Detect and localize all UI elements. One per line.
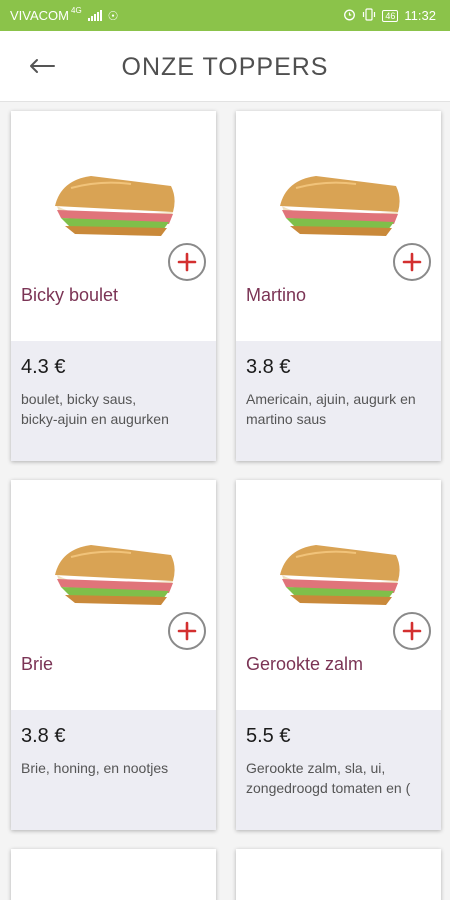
add-to-cart-button[interactable] [393,612,431,650]
add-to-cart-button[interactable] [168,612,206,650]
product-price: 3.8 € [21,725,66,747]
plus-icon [177,621,197,641]
status-left: VIVACOM 4G ☉ [10,6,119,23]
product-card-top: Brie [11,480,216,710]
product-description-line: boulet, bicky saus, [21,391,137,407]
carrier-name: VIVACOM [10,8,69,23]
product-info: 3.8 € Brie, honing, en nootjes [11,710,216,830]
product-description-line: martino saus [246,411,327,427]
product-description-line: Americain, ajuin, augurk en [246,391,416,407]
plus-icon [177,252,197,272]
signal-icon [87,10,102,21]
page-title: ONZE TOPPERS [121,53,329,81]
product-grid: Bicky boulet 4.3 € boulet, bicky saus, b… [0,102,450,900]
product-name: Martino [246,285,307,305]
sandwich-image [55,176,175,236]
product-info: 5.5 € Gerookte zalm, sla, ui, zongedroog… [236,710,441,830]
product-card-top: Bicky boulet [11,111,216,341]
plus-icon [402,252,422,272]
network-tag: 4G [71,6,82,15]
status-bar: VIVACOM 4G ☉ 46 11:32 [0,0,450,31]
product-info: 3.8 € Americain, ajuin, augurk en martin… [236,341,441,461]
product-name: Gerookte zalm [246,654,364,674]
add-to-cart-button[interactable] [168,243,206,281]
product-card-top: Gerookte zalm [236,480,441,710]
sandwich-image [280,176,400,236]
product-card[interactable]: Martino 3.8 € Americain, ajuin, augurk e… [236,111,441,461]
product-card[interactable]: Gerookte zalm 5.5 € Gerookte zalm, sla, … [236,480,441,830]
product-card-top: Martino [236,111,441,341]
product-description-line: Brie, honing, en nootjes [21,760,169,776]
product-price: 3.8 € [246,356,291,378]
alarm-icon [343,8,356,24]
product-description-line: bicky-ajuin en augurken [21,411,169,427]
product-card[interactable]: Bicky boulet 4.3 € boulet, bicky saus, b… [11,111,216,461]
product-description-line: Gerookte zalm, sla, ui, [246,760,386,776]
product-name: Brie [21,654,54,674]
usb-icon: ☉ [107,8,119,23]
product-name: Bicky boulet [21,285,119,305]
product-info: 4.3 € boulet, bicky saus, bicky-ajuin en… [11,341,216,461]
product-card[interactable]: Brie 3.8 € Brie, honing, en nootjes [11,480,216,830]
sandwich-image [55,545,175,605]
add-to-cart-button[interactable] [393,243,431,281]
vibrate-icon [362,7,376,24]
clock: 11:32 [404,8,436,23]
sandwich-image [280,545,400,605]
product-price: 4.3 € [21,356,66,378]
battery-icon: 46 [382,9,399,22]
app-header: ONZE TOPPERS [0,31,450,102]
product-card[interactable] [236,849,441,900]
plus-icon [402,621,422,641]
product-card[interactable] [11,849,216,900]
product-price: 5.5 € [246,725,291,747]
product-description-line: zongedroogd tomaten en ( [246,780,411,796]
status-right: 46 11:32 [343,7,436,24]
